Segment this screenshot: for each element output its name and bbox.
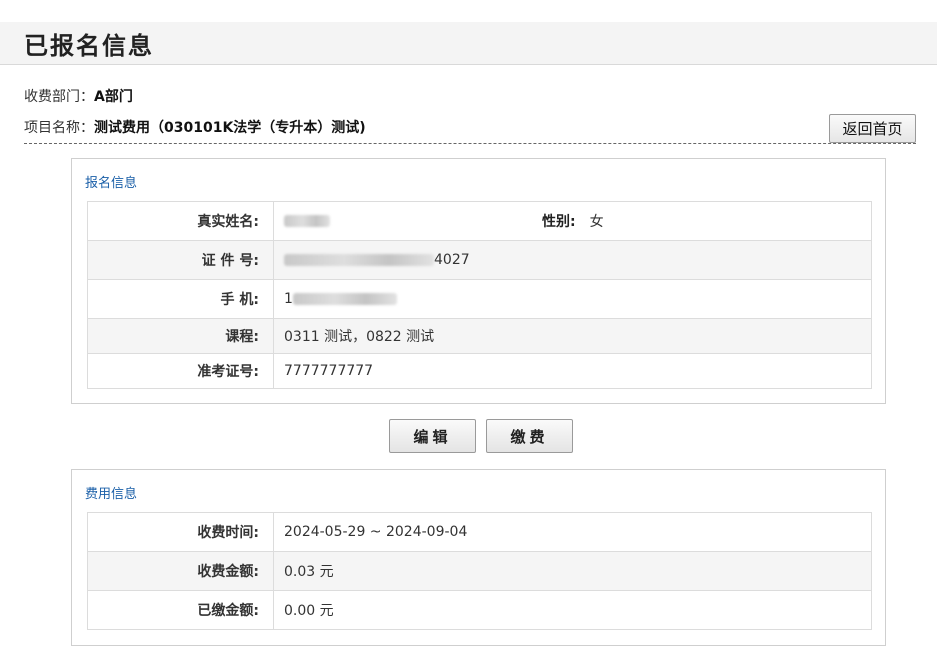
- gender-value: 女: [589, 214, 604, 230]
- fee-amount-value: 0.03 元: [273, 551, 872, 591]
- dashed-divider: [24, 143, 916, 144]
- table-row: 证 件 号: 4027: [87, 240, 872, 280]
- table-row: 已缴金额: 0.00 元: [87, 590, 872, 630]
- fee-time-label: 收费时间:: [87, 512, 274, 552]
- dept-info: 收费部门：A部门: [24, 86, 133, 106]
- dept-label: 收费部门：: [24, 89, 94, 105]
- dept-value: A部门: [94, 89, 133, 105]
- pay-button[interactable]: 缴费: [486, 419, 573, 453]
- course-value: 0311 测试，0822 测试: [273, 318, 872, 354]
- name-value-redacted: [284, 213, 542, 229]
- name-label: 真实姓名:: [87, 201, 274, 241]
- paid-amount-label: 已缴金额:: [87, 590, 274, 630]
- phone-value: 1: [273, 279, 872, 319]
- registration-panel: 报名信息 真实姓名: 性别: 女 证 件 号: 4027 手 机: 1 课程: …: [71, 158, 886, 404]
- table-row: 准考证号: 7777777777: [87, 353, 872, 389]
- project-value: 测试费用（030101K法学（专升本）测试): [94, 120, 366, 136]
- return-home-button[interactable]: 返回首页: [829, 114, 916, 143]
- fee-section-title: 费用信息: [85, 487, 138, 502]
- registration-table: 真实姓名: 性别: 女 证 件 号: 4027 手 机: 1 课程: 0311 …: [87, 201, 872, 389]
- page-title: 已报名信息: [24, 31, 154, 60]
- project-label: 项目名称：: [24, 120, 94, 136]
- table-row: 手 机: 1: [87, 279, 872, 319]
- table-row: 收费金额: 0.03 元: [87, 551, 872, 591]
- id-number-label: 证 件 号:: [87, 240, 274, 280]
- phone-visible-prefix: 1: [284, 291, 293, 307]
- id-number-value: 4027: [273, 240, 872, 280]
- ticket-value: 7777777777: [273, 353, 872, 389]
- phone-label: 手 机:: [87, 279, 274, 319]
- paid-amount-value: 0.00 元: [273, 590, 872, 630]
- project-info: 项目名称：测试费用（030101K法学（专升本）测试): [24, 117, 366, 137]
- id-number-visible-suffix: 4027: [434, 252, 470, 268]
- ticket-label: 准考证号:: [87, 353, 274, 389]
- edit-button[interactable]: 编辑: [389, 419, 476, 453]
- gender-label: 性别:: [542, 214, 576, 230]
- fee-table: 收费时间: 2024-05-29 ~ 2024-09-04 收费金额: 0.03…: [87, 512, 872, 630]
- top-strip: [0, 0, 937, 22]
- table-row: 课程: 0311 测试，0822 测试: [87, 318, 872, 354]
- registration-section-title: 报名信息: [85, 176, 138, 191]
- fee-time-value: 2024-05-29 ~ 2024-09-04: [273, 512, 872, 552]
- table-row: 真实姓名: 性别: 女: [87, 201, 872, 241]
- fee-amount-label: 收费金额:: [87, 551, 274, 591]
- fee-panel: 费用信息 收费时间: 2024-05-29 ~ 2024-09-04 收费金额:…: [71, 469, 886, 646]
- table-row: 收费时间: 2024-05-29 ~ 2024-09-04: [87, 512, 872, 552]
- course-label: 课程:: [87, 318, 274, 354]
